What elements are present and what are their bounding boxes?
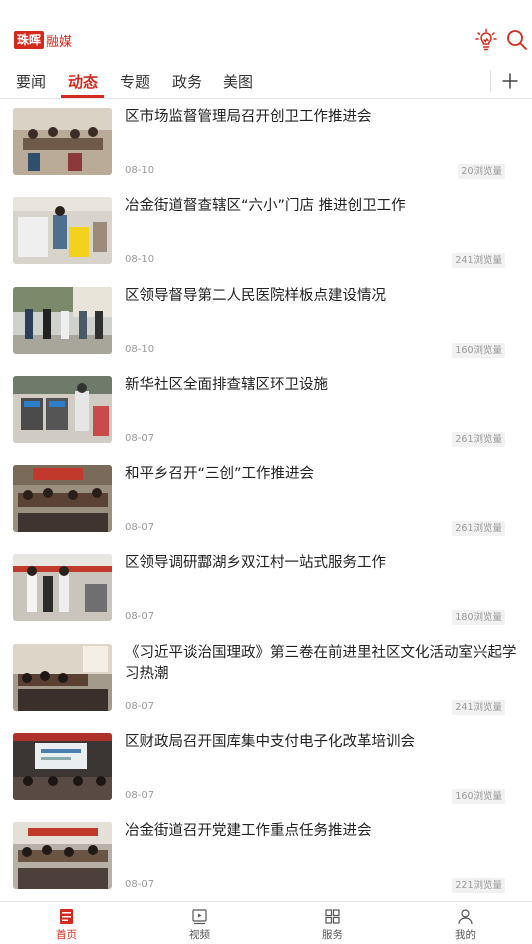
news-thumbnail bbox=[13, 286, 112, 354]
news-date: 08-07 bbox=[125, 879, 155, 891]
news-title[interactable]: 和平乡召开“三创”工作推进会 bbox=[125, 464, 517, 485]
news-thumbnail bbox=[13, 197, 112, 265]
news-date: 08-10 bbox=[125, 254, 155, 266]
news-item[interactable]: 区财政局召开国库集中支付电子化改革培训会 08-07 160浏览量 bbox=[0, 724, 532, 813]
news-thumbnail bbox=[13, 554, 112, 622]
logo-text: 融媒 bbox=[46, 34, 73, 50]
news-item[interactable]: 《习近平谈治国理政》第三卷在前进里社区文化活动室兴起学习热潮 08-07 241… bbox=[0, 635, 532, 724]
news-views-badge: 20浏览量 bbox=[458, 164, 505, 179]
nav-label: 视频 bbox=[189, 929, 210, 941]
news-thumbnail bbox=[13, 643, 112, 711]
news-item[interactable]: 冶金街道召开党建工作重点任务推进会 08-07 221浏览量 bbox=[0, 813, 532, 902]
news-thumbnail bbox=[13, 733, 112, 801]
news-item[interactable]: 和平乡召开“三创”工作推进会 08-07 261浏览量 bbox=[0, 456, 532, 545]
logo-mark: 珠晖 bbox=[14, 31, 45, 49]
app-logo: 珠晖 融媒 bbox=[14, 30, 72, 50]
add-channel-icon[interactable] bbox=[499, 70, 521, 92]
news-views-badge: 241浏览量 bbox=[452, 253, 505, 269]
news-views-badge: 261浏览量 bbox=[452, 431, 505, 447]
tab-meitu[interactable]: 美图 bbox=[223, 71, 253, 92]
news-item[interactable]: 新华社区全面排查辖区环卫设施 08-07 261浏览量 bbox=[0, 367, 532, 456]
nav-label: 服务 bbox=[322, 929, 343, 941]
search-icon[interactable] bbox=[505, 28, 529, 52]
bottom-nav: 首页 视频 服务 我的 bbox=[0, 901, 532, 944]
news-thumbnail bbox=[13, 465, 112, 533]
news-title[interactable]: 区领导调研酃湖乡双江村一站式服务工作 bbox=[125, 553, 517, 574]
tab-yaowen[interactable]: 要闻 bbox=[16, 71, 46, 92]
news-views-badge: 241浏览量 bbox=[452, 699, 505, 715]
news-item[interactable]: 区领导督导第二人民医院样板点建设情况 08-10 160浏览量 bbox=[0, 278, 532, 367]
news-views-badge: 160浏览量 bbox=[452, 342, 505, 358]
home-icon bbox=[58, 908, 75, 925]
nav-service[interactable]: 服务 bbox=[266, 902, 399, 944]
nav-label: 我的 bbox=[455, 929, 476, 941]
tab-zhengwu[interactable]: 政务 bbox=[172, 71, 202, 92]
video-icon bbox=[191, 908, 208, 925]
nav-video[interactable]: 视频 bbox=[133, 902, 266, 944]
news-views-badge: 261浏览量 bbox=[452, 521, 505, 537]
news-item[interactable]: 冶金街道督查辖区“六小”门店 推进创卫工作 08-10 241浏览量 bbox=[0, 188, 532, 277]
nav-label: 首页 bbox=[56, 929, 77, 941]
tab-zhuanti[interactable]: 专题 bbox=[120, 71, 150, 92]
nav-home[interactable]: 首页 bbox=[0, 902, 133, 944]
tab-dongtai[interactable]: 动态 bbox=[68, 71, 98, 92]
active-tab-indicator bbox=[61, 95, 104, 98]
news-date: 08-07 bbox=[125, 522, 155, 534]
app-header: 珠晖 融媒 bbox=[0, 0, 532, 62]
news-date: 08-10 bbox=[125, 343, 155, 355]
news-thumbnail bbox=[13, 375, 112, 443]
nav-mine[interactable]: 我的 bbox=[399, 902, 532, 944]
news-title[interactable]: 新华社区全面排查辖区环卫设施 bbox=[125, 375, 517, 396]
news-date: 08-07 bbox=[125, 700, 155, 712]
news-date: 08-10 bbox=[125, 165, 155, 176]
category-tabs: 要闻 动态 专题 政务 美图 bbox=[0, 62, 532, 99]
tab-divider bbox=[490, 70, 491, 92]
news-title[interactable]: 冶金街道督查辖区“六小”门店 推进创卫工作 bbox=[125, 196, 517, 217]
news-thumbnail bbox=[13, 822, 112, 890]
news-list: 区市场监督管理局召开创卫工作推进会 08-10 20浏览量 冶金街道督查辖区“六… bbox=[0, 99, 532, 903]
grid-icon bbox=[324, 908, 341, 925]
news-views-badge: 180浏览量 bbox=[452, 610, 505, 626]
user-icon bbox=[457, 908, 474, 925]
lightbulb-icon[interactable] bbox=[474, 28, 498, 52]
news-item[interactable]: 区领导调研酃湖乡双江村一站式服务工作 08-07 180浏览量 bbox=[0, 545, 532, 634]
news-title[interactable]: 区领导督导第二人民医院样板点建设情况 bbox=[125, 286, 517, 307]
news-title[interactable]: 冶金街道召开党建工作重点任务推进会 bbox=[125, 821, 517, 842]
news-title[interactable]: 区市场监督管理局召开创卫工作推进会 bbox=[125, 107, 517, 128]
news-item[interactable]: 区市场监督管理局召开创卫工作推进会 08-10 20浏览量 bbox=[0, 99, 532, 188]
news-date: 08-07 bbox=[125, 611, 155, 623]
news-date: 08-07 bbox=[125, 432, 155, 444]
news-date: 08-07 bbox=[125, 790, 155, 802]
news-views-badge: 221浏览量 bbox=[452, 878, 505, 894]
news-views-badge: 160浏览量 bbox=[452, 789, 505, 805]
news-thumbnail bbox=[13, 108, 112, 175]
news-title[interactable]: 《习近平谈治国理政》第三卷在前进里社区文化活动室兴起学习热潮 bbox=[125, 643, 517, 685]
news-title[interactable]: 区财政局召开国库集中支付电子化改革培训会 bbox=[125, 732, 517, 753]
